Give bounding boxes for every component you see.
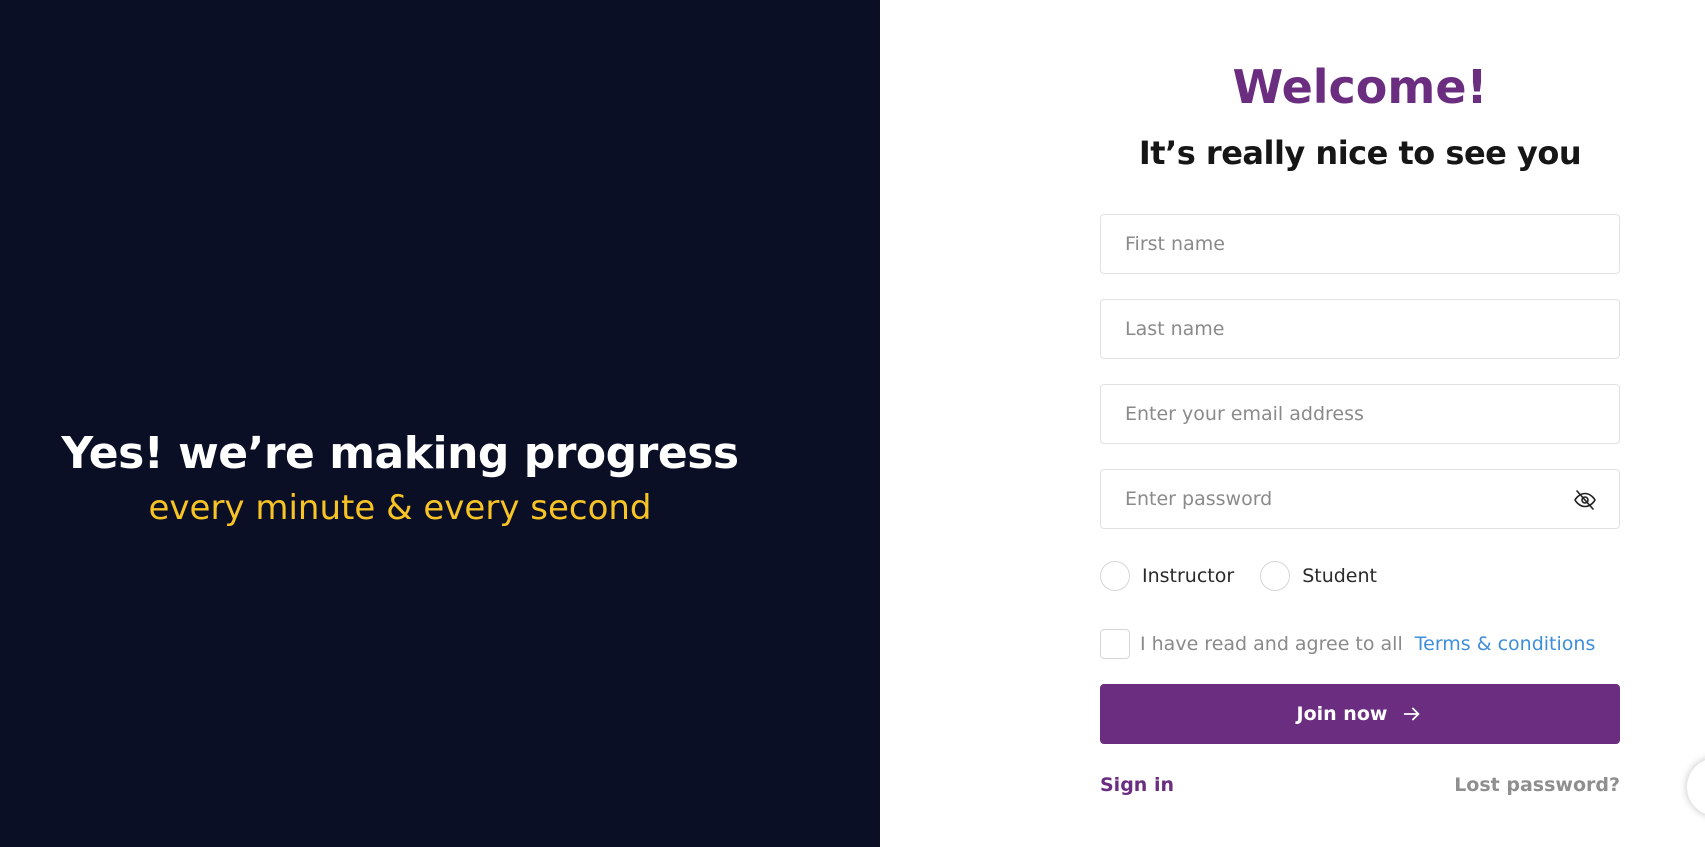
last-name-field xyxy=(1100,299,1620,359)
hero-title: Yes! we’re making progress xyxy=(61,428,739,479)
terms-link[interactable]: Terms & conditions xyxy=(1415,633,1596,655)
arrow-right-icon xyxy=(1404,707,1420,721)
email-input[interactable] xyxy=(1101,385,1619,443)
terms-row: I have read and agree to all Terms & con… xyxy=(1100,629,1595,659)
signup-form: Welcome! It’s really nice to see you Ins… xyxy=(1100,0,1620,847)
lost-password-link[interactable]: Lost password? xyxy=(1454,774,1620,796)
email-field xyxy=(1100,384,1620,444)
terms-text: I have read and agree to all xyxy=(1140,633,1403,655)
instructor-label: Instructor xyxy=(1142,565,1235,587)
hero-panel: Yes! we’re making progress every minute … xyxy=(0,0,880,847)
join-now-button[interactable]: Join now xyxy=(1100,684,1620,744)
welcome-heading: Welcome! xyxy=(1232,60,1488,114)
role-student-option[interactable]: Student xyxy=(1260,561,1377,591)
instructor-radio[interactable] xyxy=(1100,561,1130,591)
role-selector: Instructor Student xyxy=(1100,561,1403,591)
hero-subtitle: every minute & every second xyxy=(148,488,652,528)
sign-in-link[interactable]: Sign in xyxy=(1100,774,1174,796)
student-radio[interactable] xyxy=(1260,561,1291,591)
first-name-field xyxy=(1100,214,1620,274)
password-field xyxy=(1100,469,1620,529)
join-now-label: Join now xyxy=(1296,703,1388,725)
floating-widget[interactable] xyxy=(1687,758,1705,816)
role-instructor-option[interactable]: Instructor xyxy=(1100,561,1234,591)
eye-slash-icon[interactable] xyxy=(1573,488,1597,512)
terms-checkbox[interactable] xyxy=(1100,629,1130,659)
student-label: Student xyxy=(1302,565,1377,587)
last-name-input[interactable] xyxy=(1101,300,1619,358)
password-input[interactable] xyxy=(1101,470,1619,528)
welcome-subtitle: It’s really nice to see you xyxy=(1138,134,1582,172)
first-name-input[interactable] xyxy=(1101,215,1619,273)
